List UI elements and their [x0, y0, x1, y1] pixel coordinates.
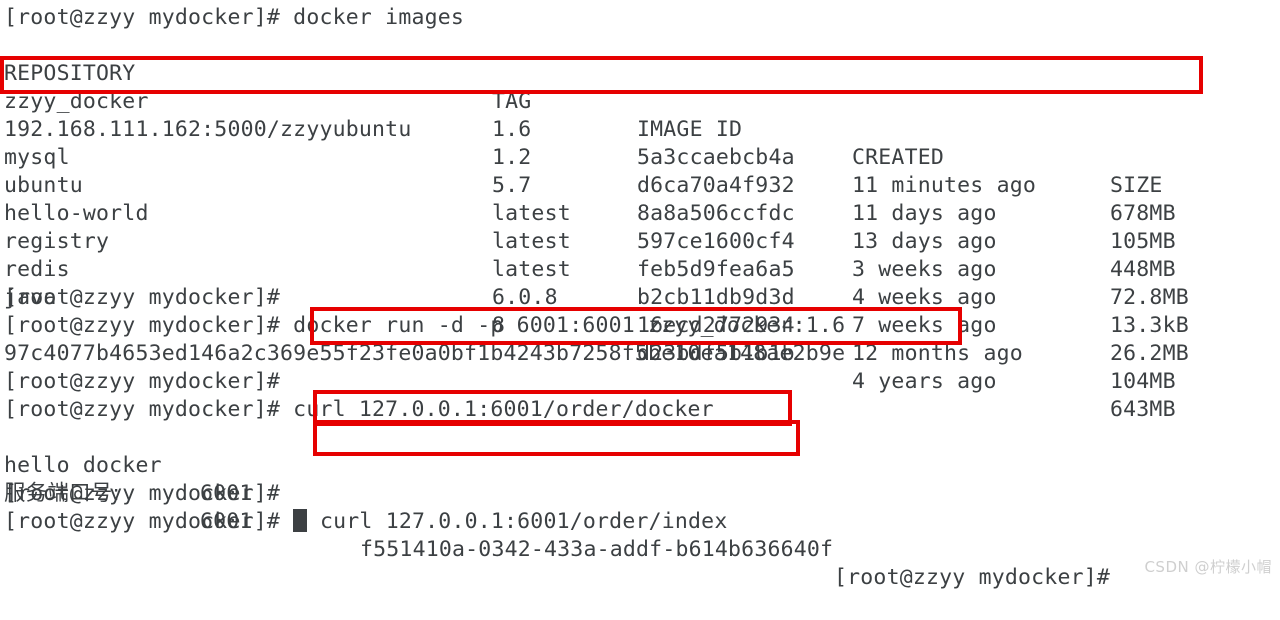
cell-size: 643MB	[1110, 397, 1176, 422]
column-header-size: SIZE	[1110, 173, 1163, 198]
cell-size: 678MB	[1110, 201, 1176, 226]
cell-created: 13 days ago	[852, 229, 997, 254]
cell-image-id: b2cb11db9d3d	[637, 285, 795, 310]
cell-created: 11 days ago	[852, 201, 997, 226]
cell-size: 72.8MB	[1110, 285, 1189, 310]
cell-created: 12 months ago	[852, 341, 1023, 366]
terminal-line-command-curl-docker: [root@zzyy mydocker]# curl 127.0.0.1:600…	[4, 396, 714, 424]
cell-tag: latest	[492, 201, 571, 226]
shell-prompt: [root@zzyy mydocker]#	[4, 5, 294, 30]
command-docker-run: docker run -d -p 6001:6001 zzyy_docker:1…	[293, 313, 846, 338]
highlight-box-image-row	[0, 56, 1203, 94]
cell-size: 104MB	[1110, 369, 1176, 394]
cell-image-id: 597ce1600cf4	[637, 229, 795, 254]
cell-tag: 1.6	[492, 117, 532, 142]
command-curl-order-docker: curl 127.0.0.1:6001/order/docker	[293, 397, 714, 422]
cell-tag: latest	[492, 229, 571, 254]
terminal-line-container-id: 97c4077b4653ed146a2c369e55f23fe0a0bf1b42…	[4, 340, 845, 368]
cell-size: 13.3kB	[1110, 313, 1189, 338]
cell-size: 448MB	[1110, 257, 1176, 282]
output-container-id: 97c4077b4653ed146a2c369e55f23fe0a0bf1b42…	[4, 341, 846, 366]
csdn-watermark: CSDN @柠檬小帽	[1144, 558, 1272, 576]
shell-prompt: [root@zzyy mydocker]#	[834, 565, 1124, 590]
cell-tag: 1.2	[492, 145, 532, 170]
terminal-line-active-prompt[interactable]: [root@zzyy mydocker]#	[4, 508, 308, 536]
command-curl-order-index: curl 127.0.0.1:6001/order/index	[320, 509, 728, 534]
cell-tag: 6.0.8	[492, 285, 558, 310]
column-header-image-id: IMAGE ID	[637, 117, 743, 142]
block-cursor-icon	[293, 509, 308, 532]
terminal-output-area[interactable]: [root@zzyy mydocker]# docker images REPO…	[0, 0, 1280, 590]
cell-created: 4 years ago	[852, 369, 997, 394]
terminal-line-empty-prompt-1: [root@zzyy mydocker]#	[4, 284, 293, 312]
terminal-line-command-run: [root@zzyy mydocker]# docker run -d -p 6…	[4, 312, 845, 340]
cell-created: 3 weeks ago	[852, 257, 997, 282]
cell-size: 26.2MB	[1110, 341, 1189, 366]
cell-created: 11 minutes ago	[852, 173, 1037, 198]
cell-created: 7 weeks ago	[852, 313, 997, 338]
command-docker-images: docker images	[293, 5, 465, 30]
column-header-tag: TAG	[492, 89, 532, 114]
cell-image-id: d6ca70a4f932	[637, 173, 795, 198]
terminal-line-empty-prompt-2: [root@zzyy mydocker]#	[4, 368, 293, 396]
cell-image-id: feb5d9fea6a5	[637, 257, 795, 282]
terminal-line-response-index: 服务端口号: 6001 f551410a-0342-433a-addf-b614…	[4, 452, 1110, 620]
column-header-created: CREATED	[852, 145, 945, 170]
shell-prompt: [root@zzyy mydocker]#	[4, 369, 294, 394]
shell-prompt: [root@zzyy mydocker]#	[4, 481, 294, 506]
shell-prompt: [root@zzyy mydocker]#	[4, 509, 294, 534]
shell-prompt: [root@zzyy mydocker]#	[4, 397, 294, 422]
cell-tag: 5.7	[492, 173, 532, 198]
cell-created: 4 weeks ago	[852, 285, 997, 310]
shell-prompt: [root@zzyy mydocker]#	[4, 313, 294, 338]
cell-image-id: 8a8a506ccfdc	[637, 201, 795, 226]
cell-repository: 192.168.111.162:5000/zzyyubuntu	[4, 117, 412, 142]
highlight-box-curl-index-command	[313, 420, 800, 456]
shell-prompt: [root@zzyy mydocker]#	[4, 285, 294, 310]
terminal-line-empty-prompt-3: [root@zzyy mydocker]#	[4, 480, 293, 508]
terminal-line-command-images: [root@zzyy mydocker]# docker images	[4, 4, 464, 32]
cell-tag: latest	[492, 257, 571, 282]
output-order-uuid: f551410a-0342-433a-addf-b614b636640f	[360, 537, 834, 562]
cell-size: 105MB	[1110, 229, 1176, 254]
cell-image-id: 5a3ccaebcb4a	[637, 145, 795, 170]
